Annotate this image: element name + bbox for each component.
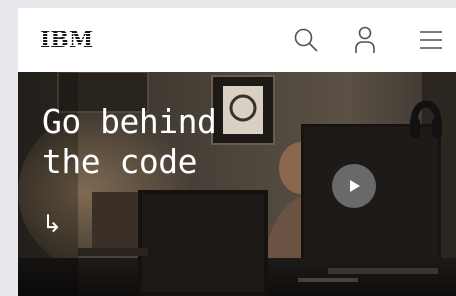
play-video-button[interactable] (332, 164, 376, 208)
search-button[interactable] (292, 26, 320, 54)
hero-title-line-2: the code (42, 142, 197, 181)
menu-button[interactable] (417, 26, 445, 54)
user-profile-button[interactable] (351, 26, 379, 54)
mobile-viewport: IBM Go behind the code ↳ (18, 8, 456, 296)
page-background: IBM Go behind the code ↳ (0, 0, 456, 296)
hero-video-banner[interactable]: Go behind the code ↳ (18, 72, 456, 296)
hero-title-line-1: Go behind (42, 102, 217, 141)
hero-title[interactable]: Go behind the code (42, 102, 302, 182)
search-icon (294, 28, 318, 52)
logo-text: IBM (40, 27, 94, 53)
ibm-logo[interactable]: IBM (40, 27, 94, 53)
hamburger-menu-icon (420, 31, 442, 49)
masthead: IBM (18, 8, 456, 72)
user-icon (355, 26, 375, 53)
play-icon (350, 180, 360, 192)
arrow-down-right-icon[interactable]: ↳ (42, 210, 62, 238)
